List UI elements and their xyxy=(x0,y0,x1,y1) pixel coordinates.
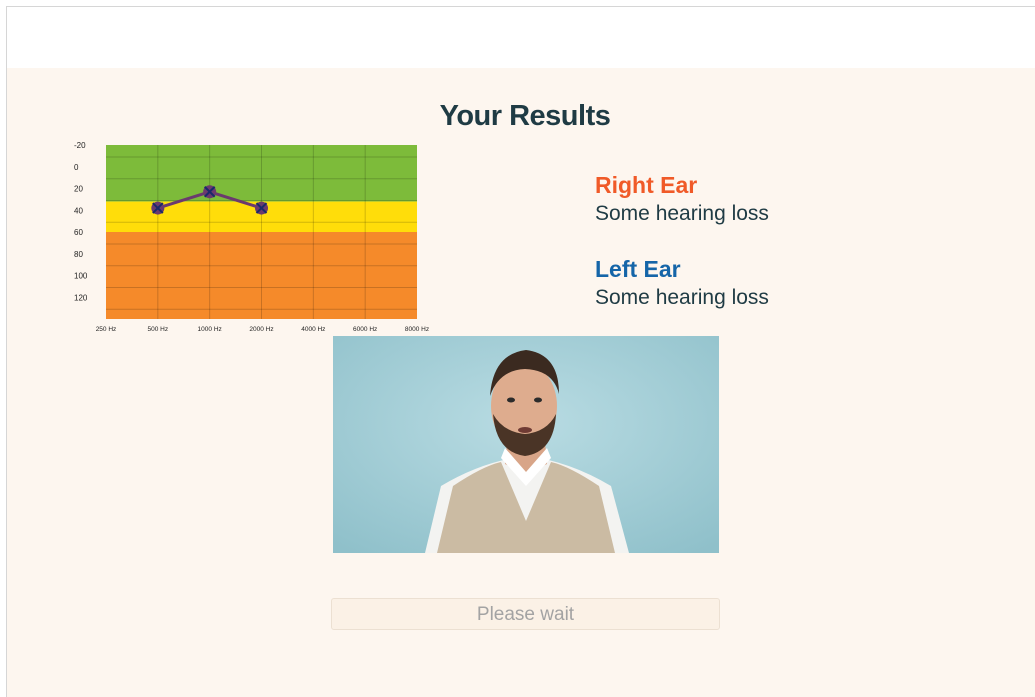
please-wait-button[interactable]: Please wait xyxy=(331,598,720,630)
presenter-image xyxy=(333,336,719,553)
left-ear-status: Some hearing loss xyxy=(595,286,769,309)
audiogram-svg: -20 0 20 40 60 80 100 120 250 Hz 500 Hz 1000 Hz 200… xyxy=(74,142,429,333)
y-tick-label: 120 xyxy=(74,293,88,302)
y-tick-label: -20 xyxy=(74,142,86,150)
x-tick-label: 500 Hz xyxy=(148,326,169,333)
left-ear-result: Left Ear Some hearing loss xyxy=(595,255,769,313)
y-tick-label: 0 xyxy=(74,163,79,172)
audiogram-chart: -20 0 20 40 60 80 100 120 250 Hz 500 Hz 1000 Hz 200… xyxy=(70,142,440,337)
right-ear-result: Right Ear Some hearing loss xyxy=(595,171,769,229)
right-ear-status: Some hearing loss xyxy=(595,202,769,225)
x-tick-label: 2000 Hz xyxy=(249,326,273,333)
left-ear-label: Left Ear xyxy=(595,256,681,282)
y-tick-label: 100 xyxy=(74,272,88,281)
page-title: Your Results xyxy=(439,100,611,132)
presenter-video[interactable] xyxy=(333,336,719,553)
right-ear-label: Right Ear xyxy=(595,172,698,198)
x-tick-label: 250 Hz xyxy=(96,326,117,333)
x-tick-label: 4000 Hz xyxy=(301,326,325,333)
x-tick-label: 8000 Hz xyxy=(405,326,429,333)
y-tick-label: 20 xyxy=(74,185,83,194)
x-tick-label: 1000 Hz xyxy=(198,326,222,333)
y-tick-label: 40 xyxy=(74,206,83,215)
x-tick-label: 6000 Hz xyxy=(353,326,377,333)
y-tick-label: 80 xyxy=(74,250,83,259)
y-tick-label: 60 xyxy=(74,228,83,237)
